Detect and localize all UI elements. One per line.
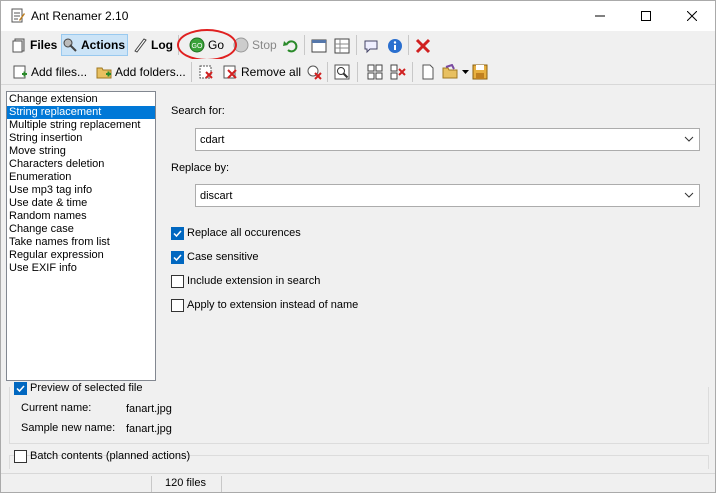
stop-label: Stop [252, 38, 277, 52]
main-toolbar: Files Actions Log GO Go Stop [1, 31, 715, 59]
checkbox[interactable] [171, 274, 184, 288]
app-window: Ant Renamer 2.10 Files Actions Log GO Go… [0, 0, 716, 493]
add-files-label: Add files... [31, 65, 88, 79]
actions-list[interactable]: Change extension String replacement Multip… [6, 91, 156, 381]
checkbox[interactable] [14, 381, 27, 395]
chevron-down-icon[interactable] [683, 189, 695, 201]
status-bar: 120 files [1, 473, 715, 492]
log-button[interactable]: Log [132, 34, 173, 56]
list-item[interactable]: Use EXIF info [7, 262, 155, 275]
tiles-icon[interactable] [367, 64, 383, 80]
file-count: 120 files [165, 477, 206, 489]
list-item[interactable]: Use date & time [7, 197, 155, 210]
remove-all-icon [223, 65, 237, 79]
option-replace-all[interactable]: Replace all occurences [171, 225, 301, 241]
option-apply-to-extension[interactable]: Apply to extension instead of name [171, 297, 358, 313]
option-label: Case sensitive [187, 251, 259, 263]
maximize-icon [641, 11, 651, 21]
tiles-remove-icon[interactable] [390, 64, 406, 80]
chevron-down-icon[interactable] [462, 70, 469, 74]
undo-icon[interactable] [283, 38, 299, 54]
option-include-extension[interactable]: Include extension in search [171, 273, 320, 289]
sample-name-value: fanart.jpg [126, 423, 172, 435]
checkbox[interactable] [171, 298, 184, 312]
close-icon [687, 11, 697, 21]
list-item[interactable]: Regular expression [7, 249, 155, 262]
help-icon[interactable] [363, 38, 379, 54]
search-label: Search for: [171, 105, 225, 117]
minimize-button[interactable] [577, 1, 623, 31]
remove-all-button[interactable]: Remove all [222, 61, 301, 83]
actions-button[interactable]: Actions [61, 34, 128, 56]
checkbox[interactable] [14, 449, 27, 463]
add-files-icon [13, 65, 27, 79]
checkmark-icon [173, 229, 182, 237]
checkbox[interactable] [171, 250, 184, 264]
list-item[interactable]: Change case [7, 223, 155, 236]
current-name-label: Current name: [21, 402, 92, 414]
replace-combobox[interactable]: discart [195, 184, 700, 207]
list-item[interactable]: Multiple string replacement [7, 119, 155, 132]
grid-icon[interactable] [334, 38, 350, 54]
files-toolbar: Add files... Add folders... Remove all [1, 59, 715, 85]
log-label: Log [151, 38, 173, 52]
list-item[interactable]: String insertion [7, 132, 155, 145]
list-item[interactable]: Move string [7, 145, 155, 158]
log-icon [134, 38, 147, 53]
save-icon[interactable] [472, 64, 488, 80]
files-label: Files [30, 38, 58, 52]
actions-label: Actions [81, 38, 126, 52]
option-label: Replace all occurences [187, 227, 301, 239]
files-button[interactable]: Files [11, 34, 57, 56]
replace-value: discart [200, 189, 233, 202]
batch-title: Batch contents (planned actions) [30, 450, 191, 462]
list-item[interactable]: Change extension [7, 93, 155, 106]
exit-icon[interactable] [415, 38, 431, 54]
option-case-sensitive[interactable]: Case sensitive [171, 249, 259, 265]
info-icon[interactable] [387, 38, 403, 54]
add-folders-label: Add folders... [115, 65, 186, 79]
list-item[interactable]: String replacement [7, 106, 155, 119]
title-bar: Ant Renamer 2.10 [1, 1, 715, 31]
list-item[interactable]: Enumeration [7, 171, 155, 184]
add-files-button[interactable]: Add files... [12, 61, 87, 83]
preview-title: Preview of selected file [30, 382, 143, 394]
close-button[interactable] [669, 1, 715, 31]
stop-button[interactable]: Stop [233, 34, 277, 56]
chevron-down-icon[interactable] [683, 133, 695, 145]
list-item[interactable]: Characters deletion [7, 158, 155, 171]
minimize-icon [595, 15, 605, 17]
option-label: Apply to extension instead of name [187, 299, 359, 311]
files-icon [12, 38, 25, 53]
window-title: Ant Renamer 2.10 [31, 9, 129, 23]
search-icon[interactable] [334, 64, 350, 80]
list-item[interactable]: Use mp3 tag info [7, 184, 155, 197]
batch-toggle[interactable]: Batch contents (planned actions) [14, 448, 190, 464]
new-file-icon[interactable] [420, 64, 436, 80]
replace-label: Replace by: [171, 162, 230, 174]
list-item[interactable]: Random names [7, 210, 155, 223]
window-icon[interactable] [311, 38, 327, 54]
remove-dead-icon[interactable] [306, 64, 322, 80]
checkmark-icon [173, 253, 182, 261]
remove-selected-icon[interactable] [198, 64, 214, 80]
sample-name-label: Sample new name: [21, 422, 116, 434]
go-highlight-ring [177, 29, 237, 61]
search-combobox[interactable]: cdart [195, 128, 700, 151]
remove-all-label: Remove all [241, 65, 302, 79]
checkbox[interactable] [171, 226, 184, 240]
open-folder-icon[interactable] [442, 64, 458, 80]
option-label: Include extension in search [187, 275, 321, 287]
maximize-button[interactable] [623, 1, 669, 31]
app-icon [11, 8, 25, 23]
list-item[interactable]: Take names from list [7, 236, 155, 249]
checkmark-icon [16, 384, 25, 392]
add-folders-icon [96, 67, 112, 79]
actions-icon [63, 38, 77, 52]
add-folders-button[interactable]: Add folders... [96, 61, 186, 83]
search-value: cdart [200, 133, 225, 146]
preview-toggle[interactable]: Preview of selected file [14, 380, 143, 396]
current-name-value: fanart.jpg [126, 403, 172, 415]
